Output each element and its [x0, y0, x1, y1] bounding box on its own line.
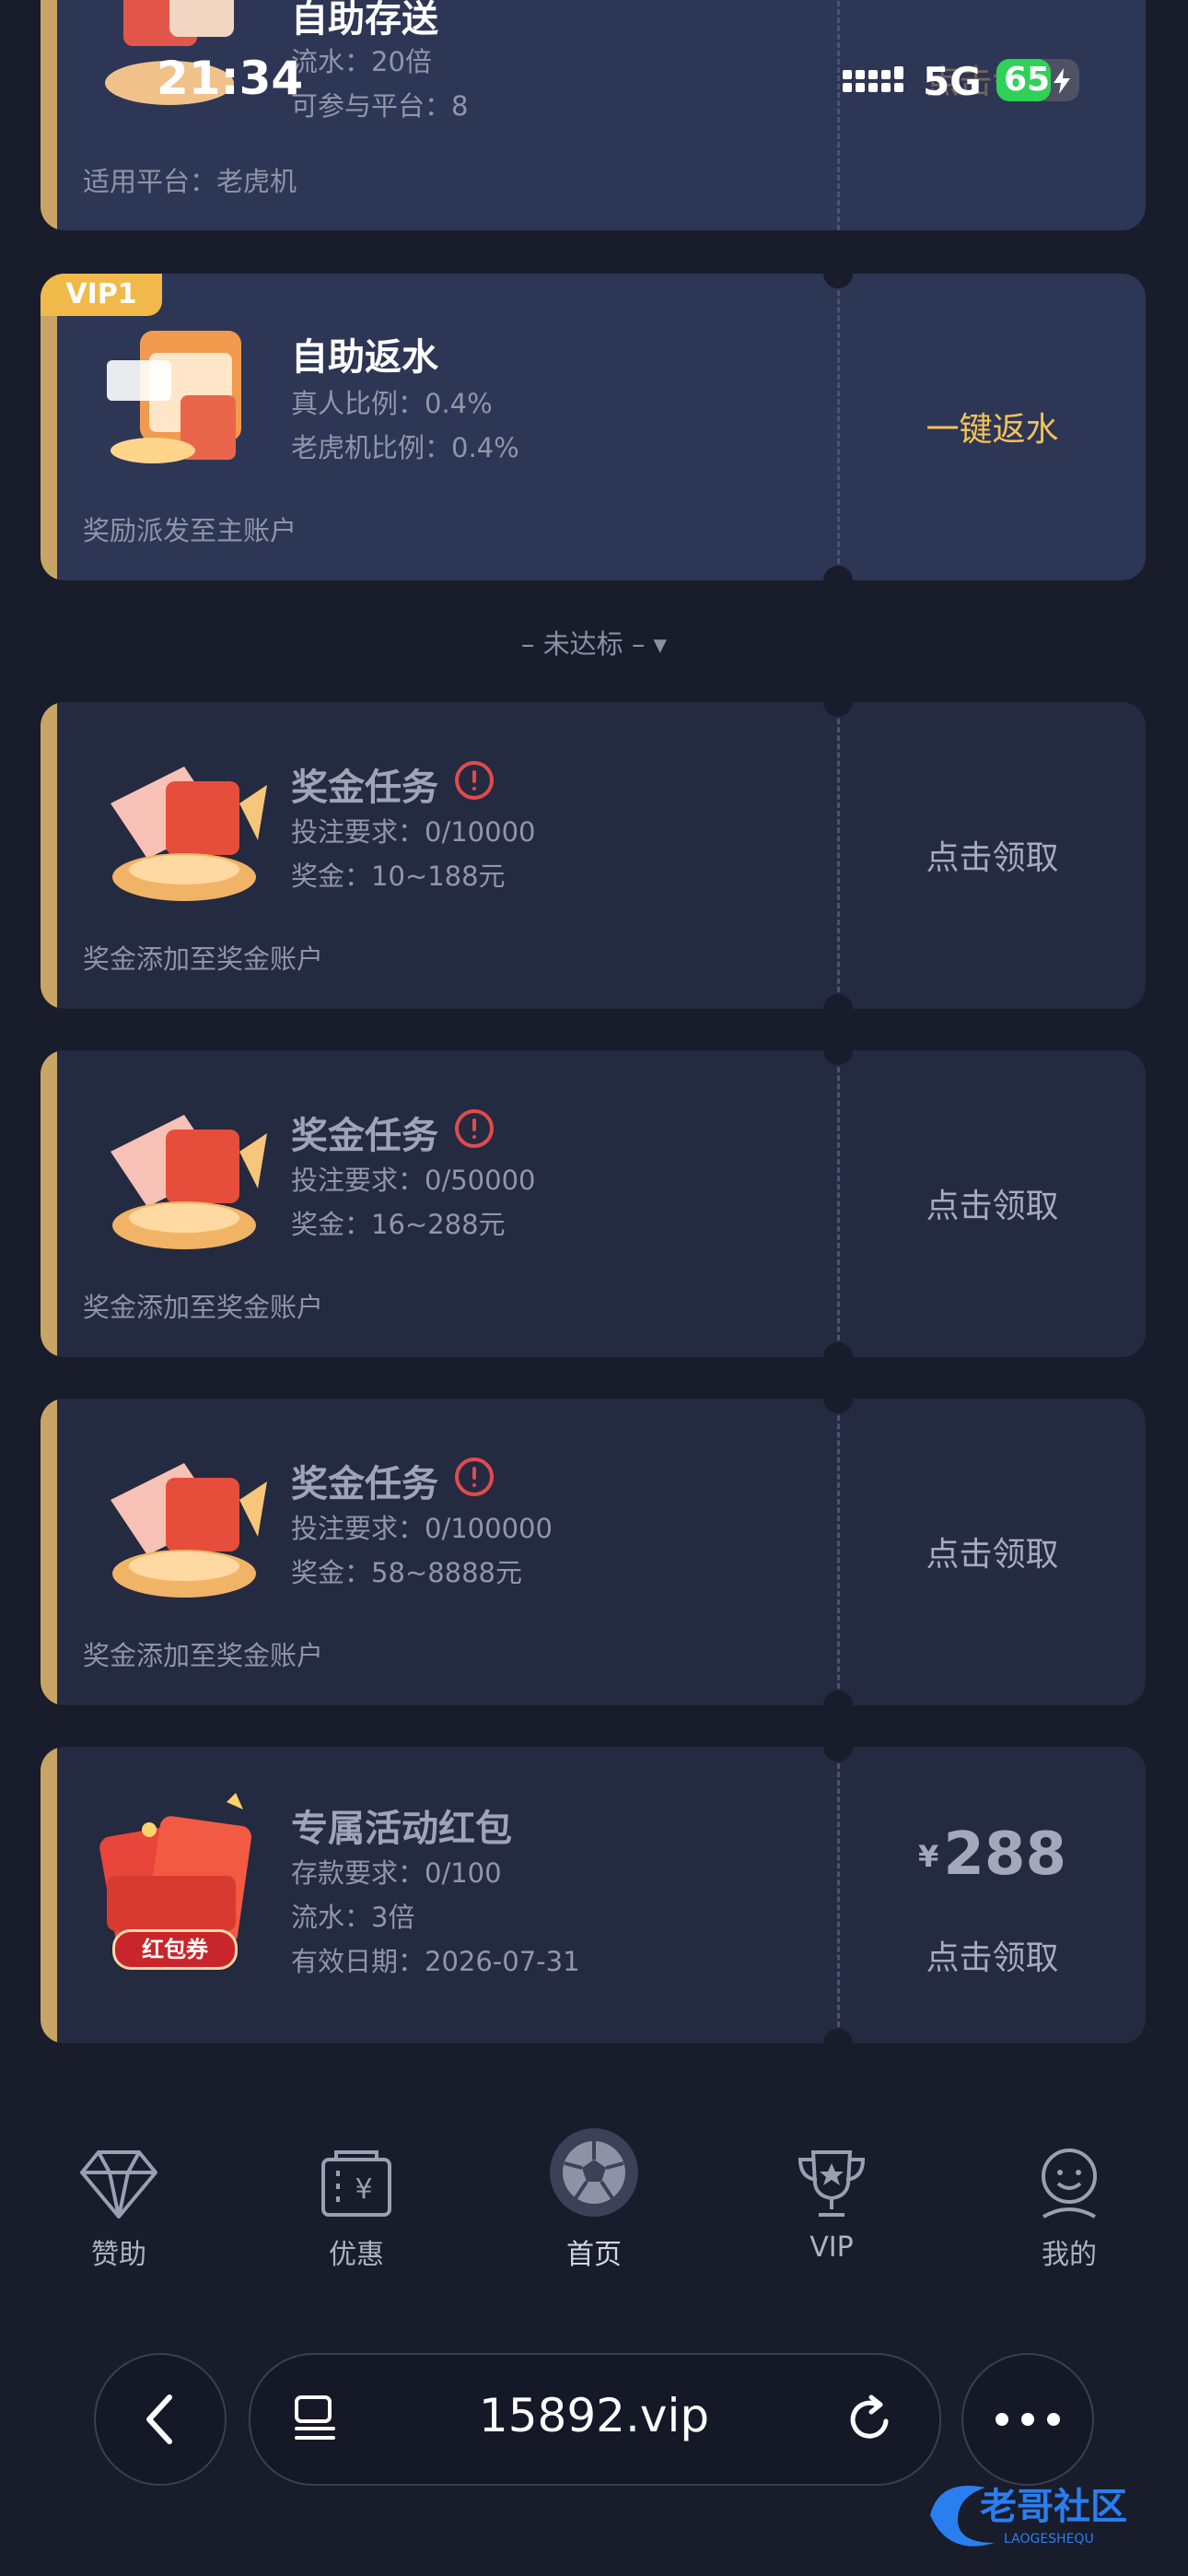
card-detail-line: 奖金：16~288元 [291, 1209, 506, 1240]
card-detail-line: 投注要求：0/100000 [291, 1513, 553, 1544]
card-title: 自助存送 [291, 0, 438, 41]
claim-button[interactable]: 点击领取 [839, 1931, 1146, 1979]
card-footer: 奖金添加至奖金账户 [83, 1292, 324, 1323]
dragon-logo-icon: 老哥社区 LAOGESHEQU [930, 2486, 1127, 2547]
claim-button[interactable]: 点击领取 [839, 1179, 1146, 1227]
card-title: 奖金任务 [291, 1463, 438, 1505]
treasure-chest-illustration [83, 1445, 285, 1610]
url-text[interactable]: 15892.vip [249, 2389, 939, 2442]
one-click-rebate-button[interactable]: 一键返水 [839, 403, 1146, 451]
card-detail-line: 可参与平台：8 [291, 90, 469, 122]
ticket-notch [823, 1747, 853, 1762]
card-detail-line: 流水：3倍 [291, 1902, 415, 1933]
ticket-notch [823, 994, 853, 1009]
more-dots-icon [996, 2413, 1060, 2426]
warning-icon[interactable] [455, 1109, 494, 1148]
battery-level: 65 [1004, 61, 1051, 99]
card-footer: 奖金添加至奖金账户 [83, 1640, 324, 1671]
treasure-chest-illustration [83, 748, 285, 914]
card-accent-bar [41, 702, 57, 1009]
promo-card-bonus-task: 奖金任务 投注要求：0/50000 奖金：16~288元 奖金添加至奖金账户 点… [41, 1050, 1146, 1357]
ticket-notch [823, 566, 853, 580]
card-accent-bar [41, 1747, 57, 2043]
charging-bolt-icon [1054, 68, 1070, 94]
card-footer: 奖金添加至奖金账户 [83, 943, 324, 975]
card-title: 自助返水 [291, 336, 438, 379]
card-accent-bar [41, 274, 57, 580]
ticket-notch [823, 702, 853, 717]
vip-badge: VIP1 [41, 274, 162, 316]
tab-label: VIP [809, 2231, 854, 2264]
card-title: 专属活动红包 [291, 1808, 512, 1850]
red-envelope-illustration: 红包券 [88, 1793, 273, 1977]
warning-icon[interactable] [455, 761, 494, 800]
card-title: 奖金任务 [291, 767, 438, 809]
treasure-chest-illustration [83, 1096, 285, 1262]
card-footer: 适用平台：老虎机 [83, 166, 297, 197]
promo-card-bonus-task: 奖金任务 投注要求：0/100000 奖金：58~8888元 奖金添加至奖金账户… [41, 1399, 1146, 1705]
watermark-text: 老哥社区 [980, 2486, 1127, 2528]
tab-label: 优惠 [329, 2239, 384, 2271]
card-dashed-divider [837, 0, 840, 230]
card-detail-line: 流水：20倍 [291, 46, 432, 77]
card-detail-line: 奖金：58~8888元 [291, 1557, 523, 1588]
watermark-subtext: LAOGESHEQU [1004, 2532, 1094, 2547]
promo-card-self-rebate: VIP1 自助返水 真人比例：0.4% 老虎机比例：0.4% 奖励派发至主账户 … [41, 274, 1146, 580]
tab-label: 首页 [566, 2239, 622, 2271]
card-accent-bar [41, 0, 57, 230]
claim-button[interactable]: 点击领取 [839, 1528, 1146, 1575]
reward-amount: ¥ 288 [839, 1821, 1146, 1889]
promo-card-self-deposit: 自助存送 流水：20倍 可参与平台：8 适用平台：老虎机 点击领取 [41, 0, 1146, 230]
rebate-calendar-illustration [88, 322, 273, 478]
ticket-notch [823, 2029, 853, 2043]
coupon-label: 红包券 [112, 1929, 238, 1970]
amount-value: 288 [943, 1821, 1066, 1889]
ticket-notch [823, 1050, 853, 1065]
watermark-logo: 老哥社区 LAOGESHEQU [921, 2469, 1179, 2565]
battery-indicator: 65 [996, 59, 1079, 101]
card-detail-line: 有效日期：2026-07-31 [291, 1946, 580, 1977]
svg-text:¥: ¥ [355, 2173, 372, 2206]
card-accent-bar [41, 1399, 57, 1705]
status-time: 21:34 [157, 52, 304, 105]
promo-card-bonus-task: 奖金任务 投注要求：0/10000 奖金：10~188元 奖金添加至奖金账户 点… [41, 702, 1146, 1009]
card-detail-line: 奖金：10~188元 [291, 861, 506, 892]
trophy-icon [798, 2150, 866, 2217]
card-footer: 奖励派发至主账户 [83, 515, 297, 546]
promo-card-red-envelope: 红包券 专属活动红包 存款要求：0/100 流水：3倍 有效日期：2026-07… [41, 1747, 1146, 2043]
card-detail-line: 老虎机比例：0.4% [291, 432, 519, 463]
claim-button[interactable]: 点击领取 [839, 831, 1146, 879]
not-reached-separator[interactable]: – 未达标 – ▾ [0, 623, 1188, 662]
ticket-notch [823, 274, 853, 288]
card-title: 奖金任务 [291, 1115, 438, 1157]
ticket-notch [823, 1399, 853, 1413]
profile-icon [1042, 2149, 1097, 2219]
reload-icon[interactable] [845, 2394, 897, 2445]
chevron-left-icon [146, 2395, 172, 2444]
network-type: 5G [923, 59, 982, 104]
tab-label: 我的 [1042, 2239, 1097, 2271]
ticket-notch [823, 1691, 853, 1705]
signal-icon [843, 66, 903, 92]
card-accent-bar [41, 1050, 57, 1357]
coupon-icon: ¥ [321, 2150, 391, 2217]
currency-symbol: ¥ [918, 1839, 939, 1874]
card-detail-line: 存款要求：0/100 [291, 1857, 502, 1889]
warning-icon[interactable] [455, 1458, 494, 1496]
card-detail-line: 投注要求：0/50000 [291, 1165, 536, 1196]
ticket-notch [823, 1342, 853, 1357]
more-button[interactable] [961, 2353, 1094, 2486]
card-detail-line: 真人比例：0.4% [291, 388, 493, 419]
card-detail-line: 投注要求：0/10000 [291, 816, 536, 848]
diamond-icon [80, 2150, 157, 2219]
soccer-ball-icon [550, 2128, 638, 2217]
tab-label: 赞助 [91, 2239, 146, 2271]
back-button[interactable] [94, 2353, 227, 2486]
card-dashed-divider [837, 1747, 840, 2043]
